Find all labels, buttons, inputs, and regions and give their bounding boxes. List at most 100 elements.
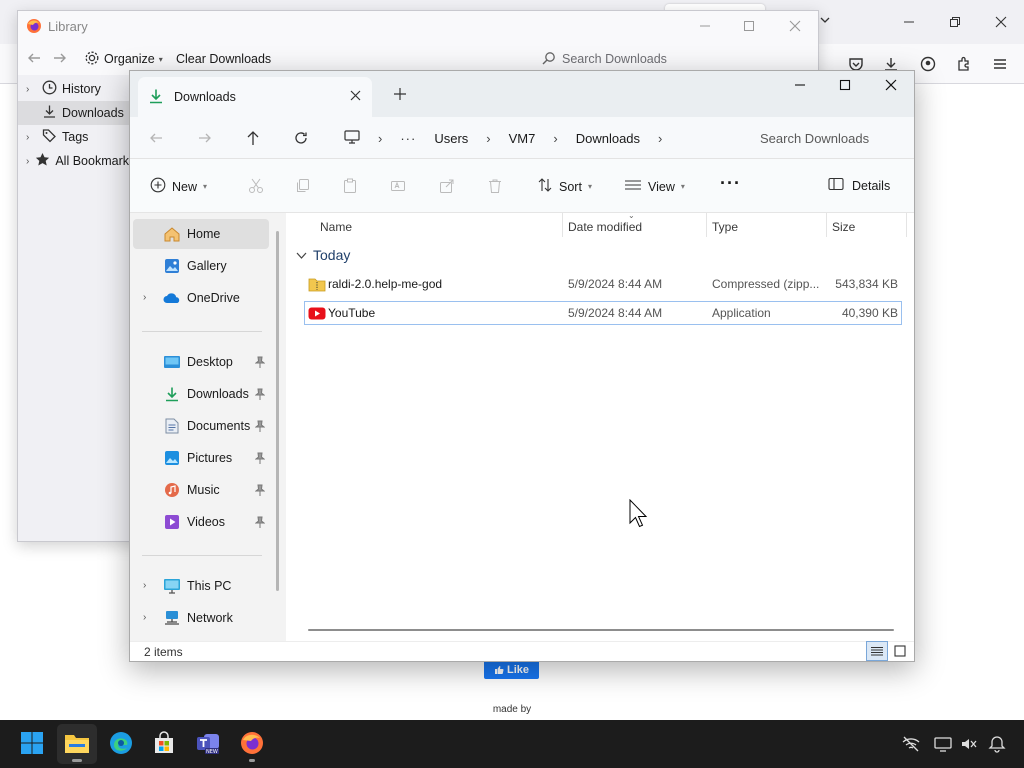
nav-item-onedrive[interactable]: › OneDrive — [133, 283, 269, 313]
volume-muted-icon[interactable] — [957, 732, 981, 756]
extensions-icon[interactable] — [952, 52, 976, 76]
library-item-all-bookmarks[interactable]: › All Bookmarks — [18, 149, 135, 173]
rename-icon[interactable] — [390, 178, 406, 197]
facebook-like-button[interactable]: Like — [484, 660, 539, 679]
sort-indicator-icon: ⌄ — [628, 211, 635, 220]
sort-button[interactable]: Sort ▾ — [537, 177, 592, 196]
breadcrumb-item-vm7[interactable]: VM7 — [509, 131, 536, 146]
tiles-view-icon[interactable] — [892, 643, 908, 659]
taskbar-edge[interactable] — [101, 724, 141, 764]
chevron-right-icon[interactable]: › — [143, 612, 153, 624]
column-divider[interactable] — [706, 213, 707, 237]
nav-item-videos[interactable]: Videos — [133, 507, 269, 537]
chevron-right-icon[interactable]: › — [143, 292, 153, 304]
paste-icon[interactable] — [342, 178, 358, 197]
back-arrow-icon[interactable] — [149, 131, 163, 148]
more-ellipsis-icon[interactable]: ··· — [400, 131, 416, 146]
nav-item-desktop[interactable]: Desktop — [133, 347, 269, 377]
forward-arrow-icon[interactable] — [198, 131, 212, 148]
breadcrumb-item-downloads[interactable]: Downloads — [576, 131, 640, 146]
taskbar-firefox[interactable] — [232, 724, 272, 764]
up-arrow-icon[interactable] — [246, 130, 260, 149]
column-header-type[interactable]: Type — [712, 217, 738, 237]
view-label: View — [648, 179, 675, 194]
menu-icon[interactable] — [988, 52, 1012, 76]
teams-icon: NEW — [195, 731, 221, 758]
library-item-downloads[interactable]: Downloads — [18, 101, 132, 125]
column-divider[interactable] — [906, 213, 907, 237]
nav-scrollbar[interactable] — [276, 231, 279, 591]
store-icon — [152, 730, 176, 758]
new-button[interactable]: New ▾ — [150, 177, 207, 196]
clear-downloads-button[interactable]: Clear Downloads — [176, 52, 271, 66]
library-item-tags[interactable]: › Tags — [18, 125, 132, 149]
pin-icon[interactable] — [254, 484, 266, 496]
start-button[interactable] — [12, 724, 52, 764]
nav-item-home[interactable]: Home — [133, 219, 269, 249]
nav-item-music[interactable]: Music — [133, 475, 269, 505]
view-button[interactable]: View ▾ — [624, 177, 685, 196]
taskbar-store[interactable] — [144, 724, 184, 764]
refresh-icon[interactable] — [294, 131, 308, 148]
explorer-search-input[interactable]: Search Downloads — [750, 123, 910, 153]
group-header-today[interactable]: Today — [296, 247, 350, 263]
taskbar-file-explorer[interactable] — [57, 724, 97, 764]
pin-icon[interactable] — [254, 420, 266, 432]
library-item-history[interactable]: › History — [18, 77, 132, 101]
nav-item-pictures[interactable]: Pictures — [133, 443, 269, 473]
nav-item-gallery[interactable]: Gallery — [133, 251, 269, 281]
library-search-input[interactable]: Search Downloads — [538, 47, 818, 71]
horizontal-scrollbar[interactable] — [308, 629, 894, 631]
nav-item-this-pc[interactable]: › This PC — [133, 571, 269, 601]
column-header-date[interactable]: Date modified — [568, 217, 642, 237]
library-minimize-button[interactable] — [688, 13, 722, 39]
chevron-right-icon[interactable]: › — [143, 580, 153, 592]
column-divider[interactable] — [562, 213, 563, 237]
firefox-close-button[interactable] — [986, 10, 1016, 34]
library-close-button[interactable] — [778, 13, 812, 39]
pin-icon[interactable] — [254, 388, 266, 400]
explorer-close-button[interactable] — [885, 79, 897, 94]
column-divider[interactable] — [826, 213, 827, 237]
see-more-icon[interactable]: ··· — [720, 173, 741, 194]
copy-icon[interactable] — [295, 178, 311, 197]
display-icon[interactable] — [931, 732, 955, 756]
document-icon — [163, 417, 181, 435]
new-tab-icon[interactable] — [394, 88, 406, 103]
firefox-restore-button[interactable] — [940, 10, 970, 34]
close-tab-icon[interactable] — [350, 90, 361, 104]
explorer-window: Downloads › ··· Users › VM7 › Downloads … — [129, 70, 915, 662]
pin-icon[interactable] — [254, 516, 266, 528]
taskbar-teams[interactable]: NEW — [188, 724, 228, 764]
column-header-name[interactable]: Name — [320, 217, 352, 237]
group-label: Today — [313, 247, 351, 263]
account-icon[interactable] — [916, 52, 940, 76]
breadcrumb-item-users[interactable]: Users — [434, 131, 468, 146]
library-maximize-button[interactable] — [732, 13, 766, 39]
network-disconnected-icon[interactable] — [899, 732, 923, 756]
pin-icon[interactable] — [254, 356, 266, 368]
column-header-size[interactable]: Size — [832, 217, 855, 237]
organize-button[interactable]: Organize ▾ — [84, 47, 163, 71]
delete-icon[interactable] — [487, 178, 503, 197]
details-view-icon[interactable] — [866, 641, 888, 661]
nav-item-downloads[interactable]: Downloads — [133, 379, 269, 409]
chevron-down-icon: ▾ — [680, 182, 685, 191]
explorer-tab-downloads[interactable]: Downloads — [138, 77, 372, 117]
firefox-minimize-button[interactable] — [894, 10, 924, 34]
explorer-maximize-button[interactable] — [839, 79, 851, 94]
cut-icon[interactable] — [248, 178, 264, 197]
file-row[interactable]: raldi-2.0.help-me-god 5/9/2024 8:44 AM C… — [304, 273, 902, 297]
nav-item-network[interactable]: › Network — [133, 603, 269, 633]
share-icon[interactable] — [439, 178, 455, 197]
notifications-icon[interactable] — [985, 732, 1009, 756]
chevron-right-icon[interactable]: › — [658, 131, 662, 146]
file-row[interactable]: YouTube 5/9/2024 8:44 AM Application 40,… — [304, 301, 902, 325]
details-pane-button[interactable]: Details — [828, 177, 890, 194]
forward-arrow-icon[interactable] — [52, 50, 68, 69]
nav-item-documents[interactable]: Documents — [133, 411, 269, 441]
back-arrow-icon[interactable] — [26, 50, 42, 69]
monitor-icon[interactable] — [344, 129, 360, 147]
pin-icon[interactable] — [254, 452, 266, 464]
explorer-minimize-button[interactable] — [794, 79, 806, 94]
